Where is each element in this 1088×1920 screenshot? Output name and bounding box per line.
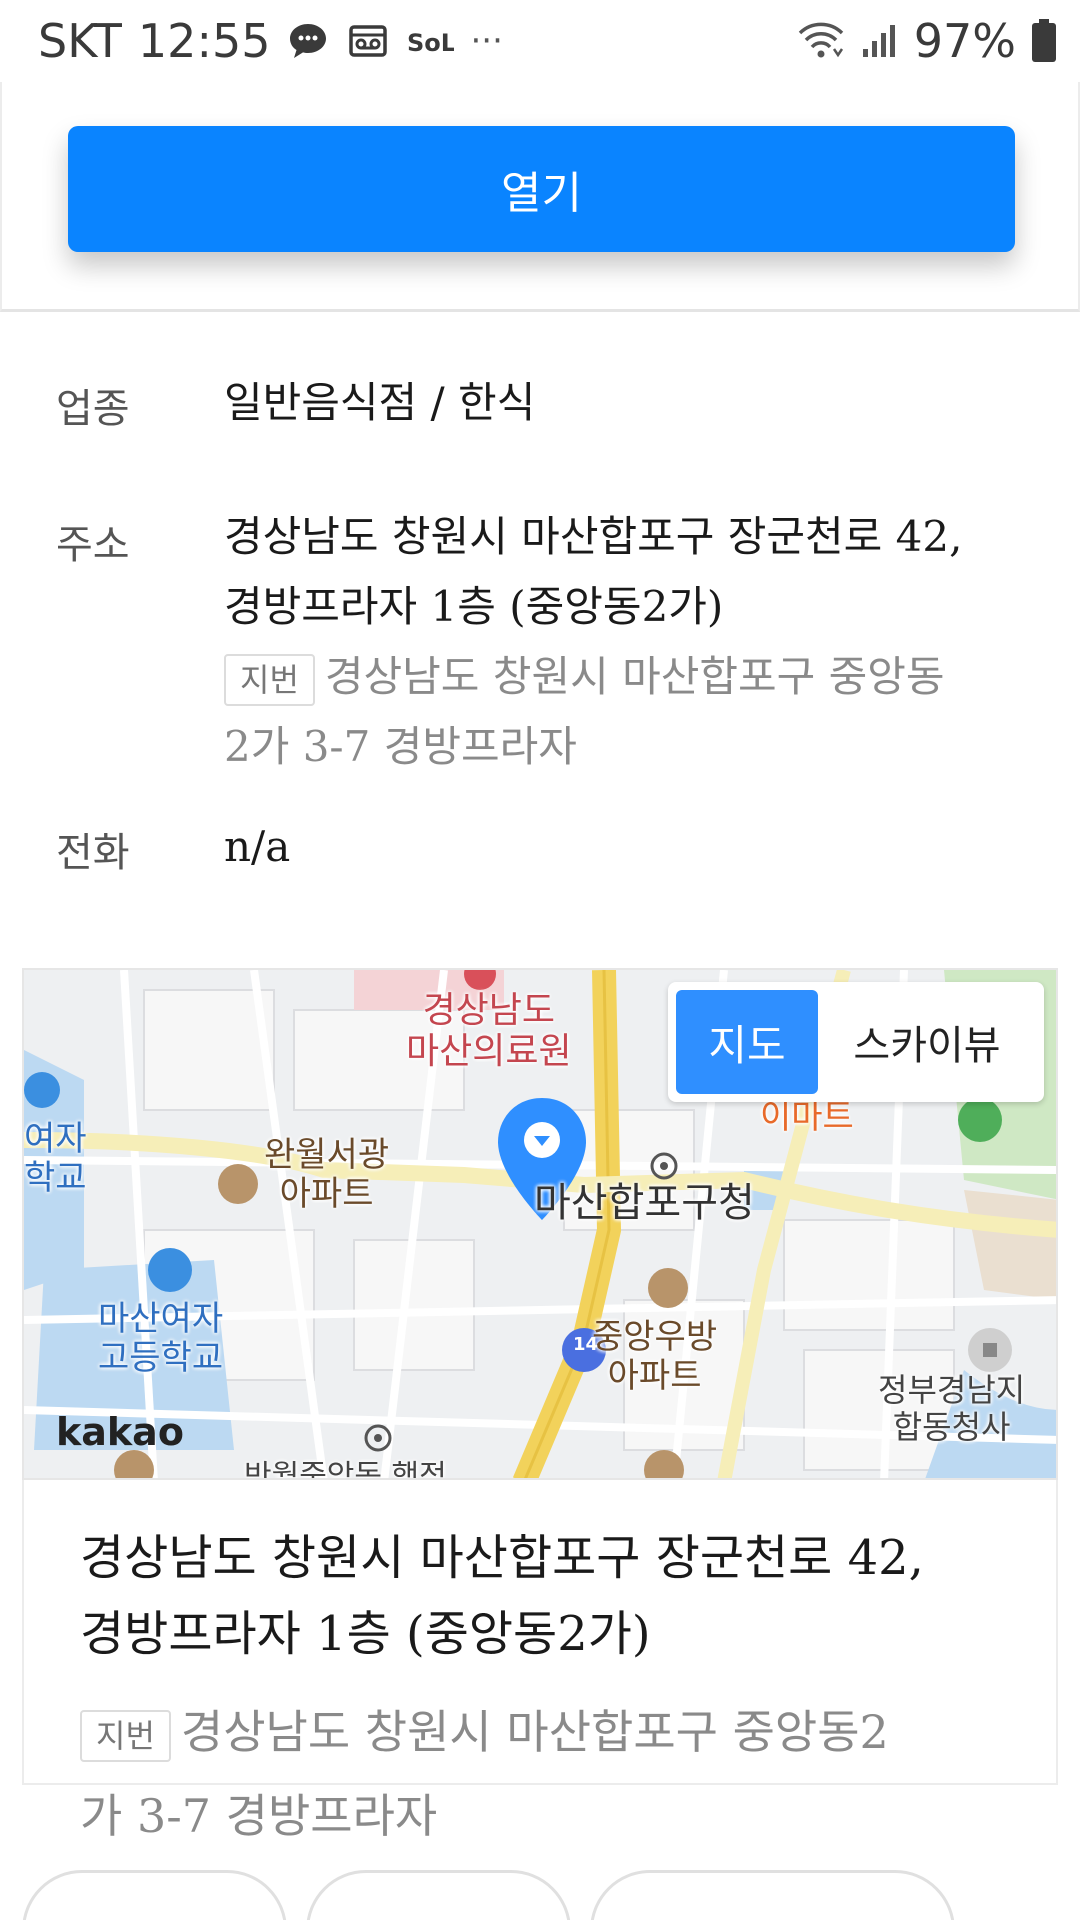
- bottom-action-button-1[interactable]: [22, 1870, 287, 1920]
- chat-bubble-icon: [286, 19, 330, 63]
- address-line-1: 경상남도 창원시 마산합포구 장군천로 42,: [224, 512, 963, 561]
- map-label-emart: 이마트: [760, 1097, 854, 1137]
- battery-percent: 97%: [913, 14, 1016, 68]
- address-label: 주소: [56, 522, 130, 568]
- bottom-action-button-3[interactable]: [590, 1870, 955, 1920]
- svg-text:SoL: SoL: [407, 29, 454, 57]
- phone-value: n/a: [224, 822, 291, 871]
- location-map[interactable]: 경상남도 마산의료원 이마트 여자 학교 완월서광 아파트 마산합포구청 마산여자 고등…: [22, 968, 1058, 1480]
- jibun-line-1: 경상남도 창원시 마산합포구 중앙동: [324, 652, 945, 701]
- address-card-jibun: 지번 경상남도 창원시 마산합포구 중앙동2 가 3-7 경방프라자: [80, 1690, 1040, 1858]
- more-notifications: ···: [470, 21, 503, 61]
- carrier-name: SKT: [38, 14, 122, 68]
- category-label: 업종: [56, 386, 130, 432]
- map-label-medical: 경상남도 마산의료원: [406, 990, 572, 1073]
- map-label-wanwol-apt: 완월서광 아파트: [264, 1135, 390, 1215]
- wifi-icon: [796, 19, 846, 63]
- kakao-logo: kakao: [56, 1410, 184, 1454]
- action-panel: 열기: [0, 82, 1080, 312]
- address-line-2: 경방프라자 1층 (중앙동2가): [224, 582, 724, 631]
- map-label-gucheong: 마산합포구청: [534, 1180, 755, 1226]
- map-route-number: 14: [573, 1334, 599, 1355]
- map-label-jungang-apt: 중앙우방 아파트: [592, 1317, 718, 1397]
- sol-app-icon: SoL: [406, 19, 454, 63]
- map-label-government: 정부경남지 합동청사: [878, 1371, 1026, 1446]
- map-view-toggle: 지도 스카이뷰: [668, 982, 1044, 1102]
- address-card-jibun-line-1: 경상남도 창원시 마산합포구 중앙동2: [180, 1705, 889, 1759]
- status-bar: SKT 12:55 SoL ··· 97%: [0, 0, 1088, 82]
- phone-label: 전화: [56, 830, 130, 876]
- map-label-bottom-partial: 반월중앙동 행정: [244, 1459, 447, 1480]
- address-card-jibun-line-2: 가 3-7 경방프라자: [80, 1789, 438, 1843]
- bottom-action-button-2[interactable]: [306, 1870, 571, 1920]
- map-label-girls-high: 마산여자 고등학교: [98, 1299, 224, 1379]
- address-card-line-2: 경방프라자 1층 (중앙동2가): [80, 1606, 651, 1662]
- map-view-button[interactable]: 지도: [676, 990, 818, 1094]
- status-left: SKT 12:55 SoL ···: [38, 14, 503, 68]
- category-value: 일반음식점 / 한식: [224, 378, 536, 427]
- address-card-line-1: 경상남도 창원시 마산합포구 장군천로 42,: [80, 1530, 924, 1586]
- jibun-address: 지번 경상남도 창원시 마산합포구 중앙동: [224, 642, 1024, 712]
- cassette-icon: [346, 19, 390, 63]
- map-label-womens-school: 여자 학교: [24, 1119, 87, 1199]
- address-value[interactable]: 경상남도 창원시 마산합포구 장군천로 42, 경방프라자 1층 (중앙동2가)…: [224, 502, 1024, 782]
- address-card: 경상남도 창원시 마산합포구 장군천로 42, 경방프라자 1층 (중앙동2가)…: [22, 1480, 1058, 1843]
- clock-time: 12:55: [137, 14, 271, 68]
- jibun-tag: 지번: [224, 654, 315, 706]
- signal-icon: [860, 19, 900, 63]
- jibun-line-2: 2가 3-7 경방프라자: [224, 722, 577, 771]
- address-card-jibun-tag: 지번: [80, 1710, 171, 1762]
- status-right: 97%: [796, 14, 1058, 68]
- address-card-main[interactable]: 경상남도 창원시 마산합포구 장군천로 42, 경방프라자 1층 (중앙동2가): [80, 1520, 1020, 1672]
- skyview-button[interactable]: 스카이뷰: [818, 990, 1036, 1094]
- open-button[interactable]: 열기: [68, 126, 1015, 252]
- battery-icon: [1030, 18, 1058, 64]
